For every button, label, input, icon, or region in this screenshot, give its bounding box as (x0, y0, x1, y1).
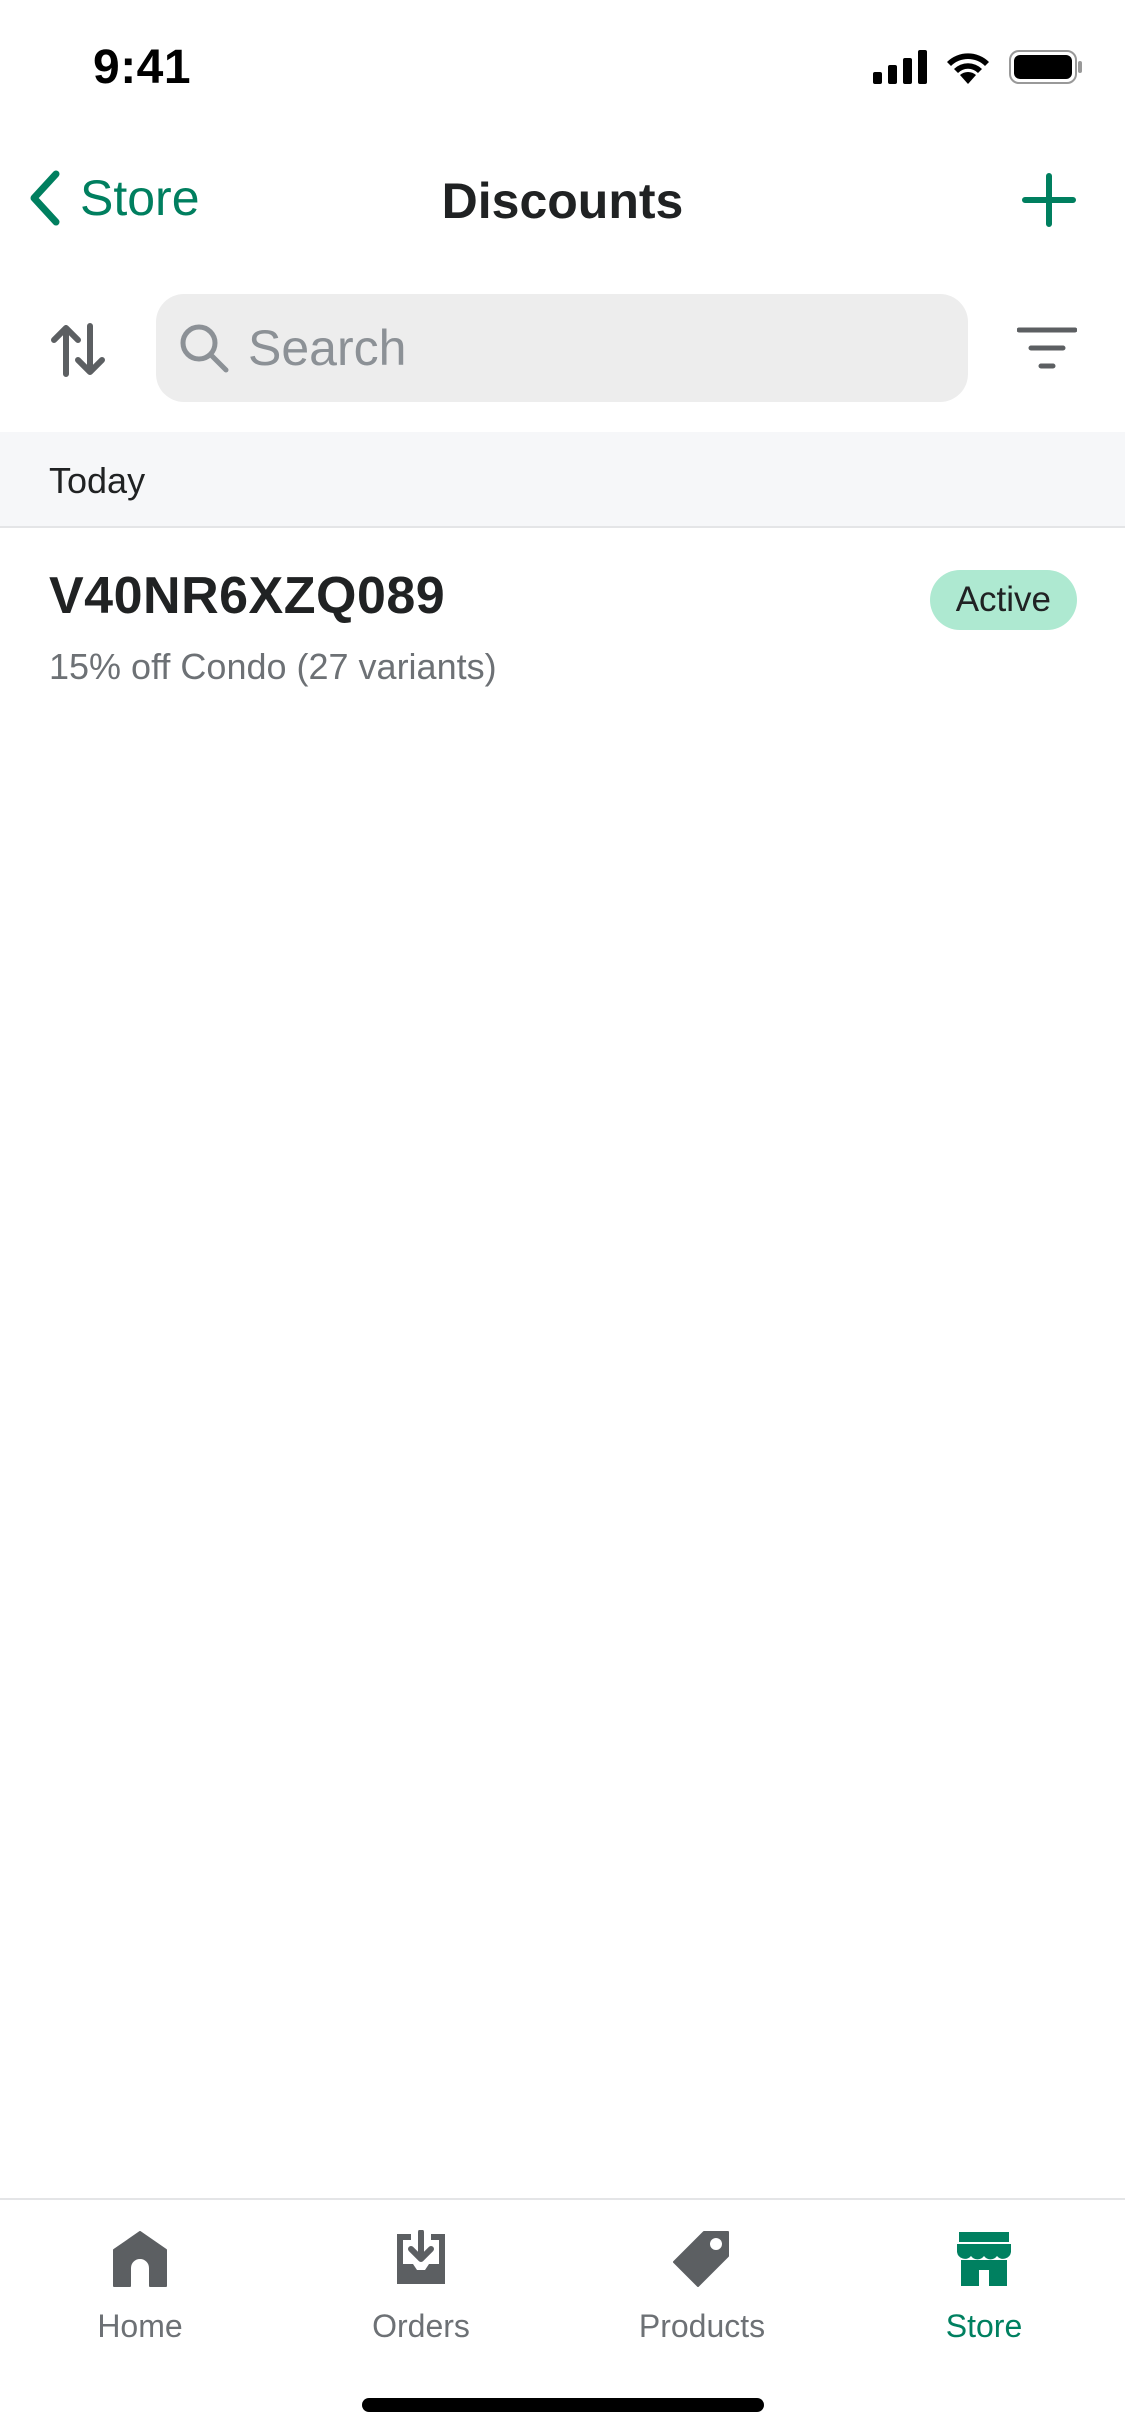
tab-products[interactable]: Products (562, 2230, 842, 2360)
cellular-signal-icon (873, 50, 927, 84)
status-badge: Active (929, 570, 1077, 630)
section-header-today: Today (0, 432, 1125, 528)
tag-icon (673, 2231, 729, 2287)
tab-label-store: Store (945, 2308, 1023, 2344)
home-icon (113, 2231, 167, 2287)
tab-label-home: Home (97, 2308, 183, 2344)
status-icons (873, 50, 1083, 84)
search-row (0, 294, 1125, 402)
discount-list-item[interactable]: V40NR6XZQ089 15% off Condo (27 variants)… (0, 530, 1125, 710)
sort-button[interactable] (48, 320, 108, 380)
search-icon (180, 324, 229, 373)
tab-orders[interactable]: Orders (281, 2230, 561, 2360)
tab-label-products: Products (638, 2308, 766, 2344)
filter-button[interactable] (1016, 324, 1078, 372)
tab-label-orders: Orders (372, 2308, 470, 2344)
nav-bar: Store Discounts (0, 150, 1125, 246)
orders-icon (397, 2230, 445, 2284)
battery-icon (1009, 50, 1082, 84)
wifi-icon (947, 53, 989, 84)
status-time: 9:41 (93, 41, 192, 94)
sort-arrows-icon (51, 323, 105, 377)
add-discount-button[interactable] (1021, 172, 1077, 228)
tab-bar: Home Orders Products Store (0, 2198, 1125, 2436)
page-title: Discounts (441, 173, 684, 229)
discounts-screen: 9:41 Store Discounts Search Today V40NR6… (0, 0, 1125, 2436)
store-icon (957, 2232, 1011, 2286)
home-indicator (362, 2398, 764, 2412)
discount-code: V40NR6XZQ089 (49, 567, 446, 625)
section-header-label: Today (49, 460, 146, 501)
plus-icon (1022, 173, 1076, 227)
search-box[interactable] (156, 294, 968, 402)
search-input[interactable] (248, 319, 928, 377)
tab-store[interactable]: Store (844, 2230, 1124, 2360)
discount-summary: 15% off Condo (27 variants) (49, 646, 497, 687)
tab-home[interactable]: Home (0, 2230, 280, 2360)
status-bar: 9:41 (0, 0, 1125, 132)
filter-icon (1016, 327, 1078, 369)
